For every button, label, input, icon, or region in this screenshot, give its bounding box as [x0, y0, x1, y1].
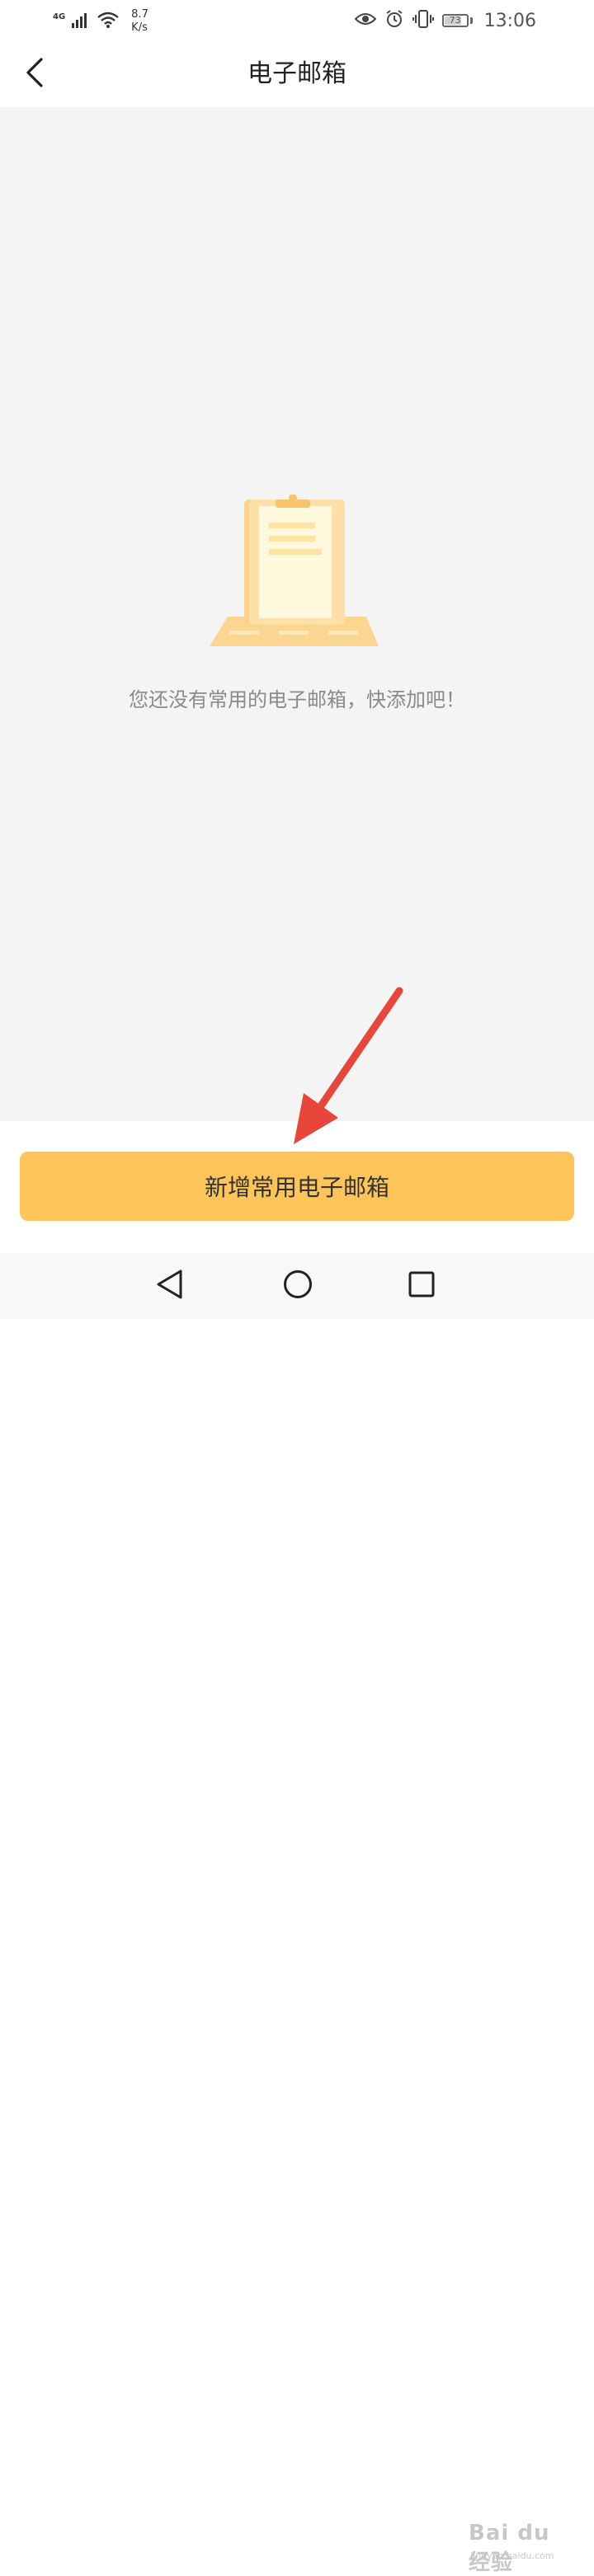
- battery-level: 73: [449, 15, 461, 26]
- app-header: 电子邮箱: [0, 41, 594, 107]
- clipboard-illustration: [210, 494, 384, 651]
- speed-value: 8.7: [131, 8, 148, 21]
- status-left: 4G 8.7 K/s: [53, 8, 148, 35]
- status-right: 73 13:06: [354, 7, 536, 35]
- status-time: 13:06: [483, 10, 536, 31]
- nav-back-button[interactable]: [152, 1268, 188, 1304]
- watermark-logo: Bai du 经验: [469, 2521, 550, 2575]
- page-title: 电子邮箱: [248, 59, 346, 88]
- signal-icon: [72, 12, 90, 31]
- watermark-url: jingyan.baidu.com: [470, 2550, 554, 2561]
- battery-tip: [469, 17, 473, 24]
- content-area: 您还没有常用的电子邮箱，快添加吧！: [0, 107, 594, 1121]
- wifi-icon: [97, 11, 120, 32]
- battery-icon: 73: [441, 14, 469, 27]
- speed-unit: K/s: [131, 21, 148, 34]
- eye-icon: [354, 12, 377, 30]
- alarm-icon: [384, 9, 404, 32]
- status-bar: 4G 8.7 K/s 73 13:06: [0, 0, 594, 41]
- nav-recent-icon: [408, 1271, 435, 1301]
- system-nav-bar: Bai du 经验 jingyan.baidu.com: [0, 1253, 594, 2575]
- baidu-watermark: Bai du 经验 jingyan.baidu.com: [469, 2521, 576, 2575]
- nav-recent-button[interactable]: [403, 1268, 440, 1304]
- empty-message: 您还没有常用的电子邮箱，快添加吧！: [129, 688, 465, 711]
- network-speed: 8.7 K/s: [131, 8, 148, 35]
- vibrate-icon: [412, 9, 434, 32]
- nav-home-button[interactable]: [280, 1268, 316, 1304]
- network-type: 4G: [53, 12, 66, 21]
- nav-back-icon: [156, 1269, 184, 1302]
- nav-home-icon: [283, 1269, 313, 1302]
- bottom-action-area: 新增常用电子邮箱: [0, 1121, 594, 1253]
- add-email-button[interactable]: 新增常用电子邮箱: [20, 1152, 574, 1221]
